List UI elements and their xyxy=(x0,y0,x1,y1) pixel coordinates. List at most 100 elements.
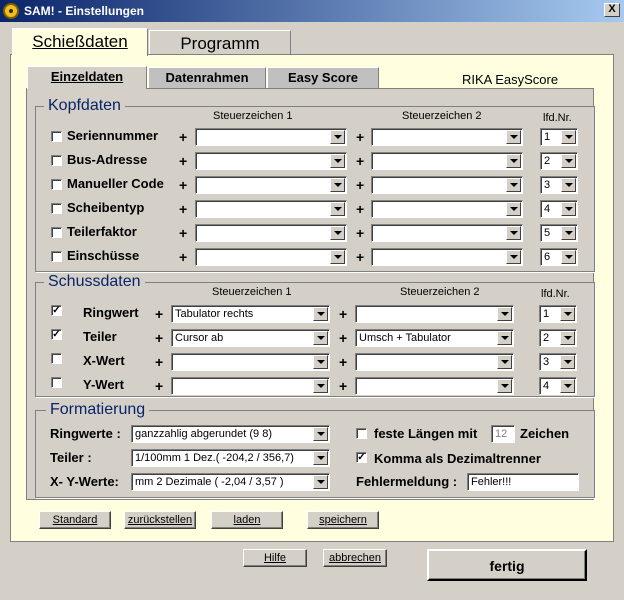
chevron-down-icon[interactable] xyxy=(561,202,576,216)
chevron-down-icon[interactable] xyxy=(330,130,345,144)
chevron-down-icon[interactable] xyxy=(313,355,328,369)
chevron-down-icon[interactable] xyxy=(313,331,328,345)
chevron-down-icon[interactable] xyxy=(560,331,575,345)
kopf-2-checkbox[interactable] xyxy=(51,179,62,190)
speichern-button[interactable]: speichern xyxy=(307,511,379,529)
chevron-down-icon[interactable] xyxy=(497,331,512,345)
tab-datenrahmen[interactable]: Datenrahmen xyxy=(148,67,266,88)
chevron-down-icon[interactable] xyxy=(506,226,521,240)
kopf-2-label: Manueller Code xyxy=(67,176,164,191)
kopf-5-lfdnr[interactable]: 6 xyxy=(540,248,578,266)
kopf-4-steuerzeichen1[interactable] xyxy=(195,224,347,242)
chevron-down-icon[interactable] xyxy=(313,307,328,321)
xy-werte-select[interactable]: mm 2 Dezimale ( -2,04 / 3,57 ) xyxy=(131,473,330,491)
schuss-3-steuerzeichen2[interactable] xyxy=(355,377,514,395)
chevron-down-icon[interactable] xyxy=(497,307,512,321)
zurueckstellen-button[interactable]: zurückstellen xyxy=(124,511,196,529)
chevron-down-icon[interactable] xyxy=(313,475,328,489)
chevron-down-icon[interactable] xyxy=(561,226,576,240)
kopf-1-checkbox[interactable] xyxy=(51,155,62,166)
chevron-down-icon[interactable] xyxy=(561,178,576,192)
chevron-down-icon[interactable] xyxy=(560,379,575,393)
chevron-down-icon[interactable] xyxy=(330,202,345,216)
schuss-1-steuerzeichen2[interactable]: Umsch + Tabulator xyxy=(355,329,514,347)
hilfe-button[interactable]: Hilfe xyxy=(243,549,307,567)
close-button[interactable]: X xyxy=(604,3,620,17)
kopf-3-steuerzeichen2[interactable] xyxy=(371,200,523,218)
xy-werte-label: X- Y-Werte: xyxy=(50,474,119,489)
tab-programm[interactable]: Programm xyxy=(149,30,291,56)
chevron-down-icon[interactable] xyxy=(506,154,521,168)
schuss-1-steuerzeichen1[interactable]: Cursor ab xyxy=(171,329,330,347)
chevron-down-icon[interactable] xyxy=(313,427,328,441)
schuss-3-steuerzeichen1[interactable] xyxy=(171,377,330,395)
schuss-0-steuerzeichen1[interactable]: Tabulator rechts xyxy=(171,305,330,323)
kopf-1-steuerzeichen1[interactable] xyxy=(195,152,347,170)
chevron-down-icon[interactable] xyxy=(313,451,328,465)
chevron-down-icon[interactable] xyxy=(330,178,345,192)
chevron-down-icon[interactable] xyxy=(506,202,521,216)
tab-einzeldaten[interactable]: Einzeldaten xyxy=(27,66,147,89)
schuss-0-lfdnr-value: 1 xyxy=(543,308,550,320)
kopf-4-lfdnr[interactable]: 5 xyxy=(540,224,578,242)
fehlermeldung-input[interactable]: Fehler!!! xyxy=(467,473,579,491)
abbrechen-button[interactable]: abbrechen xyxy=(323,549,387,567)
schuss-2-steuerzeichen1[interactable] xyxy=(171,353,330,371)
schuss-0-checkbox[interactable]: ✓ xyxy=(51,305,62,316)
chevron-down-icon[interactable] xyxy=(561,154,576,168)
schuss-2-steuerzeichen2[interactable] xyxy=(355,353,514,371)
kopf-4-steuerzeichen2[interactable] xyxy=(371,224,523,242)
laden-button[interactable]: laden xyxy=(211,511,283,529)
tab-easy-score[interactable]: Easy Score xyxy=(267,67,379,88)
kopf-1-lfdnr[interactable]: 2 xyxy=(540,152,578,170)
tab-schiessdaten[interactable]: Schießdaten xyxy=(12,28,148,56)
kopf-3-steuerzeichen1[interactable] xyxy=(195,200,347,218)
schuss-3-checkbox[interactable] xyxy=(51,377,62,388)
kopf-4-checkbox[interactable] xyxy=(51,227,62,238)
feste-laengen-checkbox[interactable] xyxy=(356,428,367,439)
kopf-col-steuerzeichen1: Steuerzeichen 1 xyxy=(213,110,293,122)
schuss-1-checkbox[interactable]: ✓ xyxy=(51,329,62,340)
kopf-5-checkbox[interactable] xyxy=(51,251,62,262)
komma-checkbox[interactable]: ✓ xyxy=(356,452,367,463)
kopf-2-lfdnr[interactable]: 3 xyxy=(540,176,578,194)
chevron-down-icon[interactable] xyxy=(561,250,576,264)
standard-button[interactable]: Standard xyxy=(39,511,111,529)
schuss-0-steuerzeichen2[interactable] xyxy=(355,305,514,323)
fertig-button[interactable]: fertig xyxy=(427,549,587,581)
chevron-down-icon[interactable] xyxy=(497,355,512,369)
chevron-down-icon[interactable] xyxy=(506,130,521,144)
schuss-2-lfdnr[interactable]: 3 xyxy=(539,353,577,371)
schuss-1-lfdnr[interactable]: 2 xyxy=(539,329,577,347)
schuss-3-lfdnr[interactable]: 4 xyxy=(539,377,577,395)
chevron-down-icon[interactable] xyxy=(313,379,328,393)
kopf-3-plus-2: + xyxy=(356,201,365,217)
kopf-0-steuerzeichen1[interactable] xyxy=(195,128,347,146)
ringwerte-select[interactable]: ganzzahlig abgerundet (9 8) xyxy=(131,425,330,443)
chevron-down-icon[interactable] xyxy=(560,355,575,369)
chevron-down-icon[interactable] xyxy=(330,226,345,240)
chevron-down-icon[interactable] xyxy=(330,250,345,264)
zeichen-label: Zeichen xyxy=(520,426,570,441)
teiler-format-select[interactable]: 1/100mm 1 Dez.( -204,2 / 356,7) xyxy=(131,449,330,467)
kopf-3-lfdnr[interactable]: 4 xyxy=(540,200,578,218)
chevron-down-icon[interactable] xyxy=(506,250,521,264)
schuss-0-lfdnr[interactable]: 1 xyxy=(539,305,577,323)
kopf-5-steuerzeichen1[interactable] xyxy=(195,248,347,266)
chevron-down-icon[interactable] xyxy=(506,178,521,192)
kopf-0-lfdnr[interactable]: 1 xyxy=(540,128,578,146)
kopf-0-checkbox[interactable] xyxy=(51,131,62,142)
chevron-down-icon[interactable] xyxy=(497,379,512,393)
kopf-0-steuerzeichen2[interactable] xyxy=(371,128,523,146)
title-bar[interactable]: SAM! - Einstellungen X xyxy=(0,0,624,22)
chevron-down-icon[interactable] xyxy=(560,307,575,321)
kopf-5-steuerzeichen2[interactable] xyxy=(371,248,523,266)
schuss-2-checkbox[interactable] xyxy=(51,353,62,364)
kopf-2-steuerzeichen2[interactable] xyxy=(371,176,523,194)
chevron-down-icon[interactable] xyxy=(561,130,576,144)
kopf-2-steuerzeichen1[interactable] xyxy=(195,176,347,194)
kopf-1-steuerzeichen2[interactable] xyxy=(371,152,523,170)
chevron-down-icon[interactable] xyxy=(330,154,345,168)
feste-laengen-input[interactable]: 12 xyxy=(491,425,515,443)
kopf-3-checkbox[interactable] xyxy=(51,203,62,214)
